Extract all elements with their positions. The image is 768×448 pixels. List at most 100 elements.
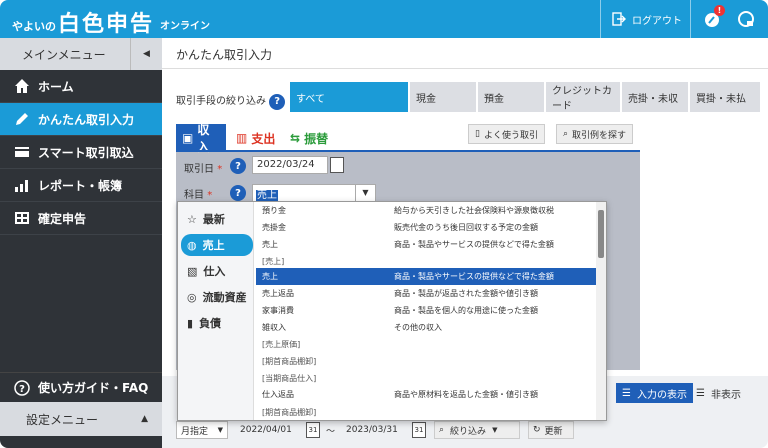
account-name: 売上	[262, 272, 278, 281]
list-item[interactable]: 預り金 給与から天引きした社会保険料や源泉徴収税	[256, 202, 596, 219]
sidebar-item-tax-return[interactable]: 確定申告	[0, 202, 162, 235]
filter-tab-label: クレジットカード	[552, 86, 612, 112]
list-item[interactable]: 売掛金 販売代金のうち後日回収する予定の金額	[256, 219, 596, 236]
dropdown-scrollbar[interactable]	[596, 202, 606, 420]
sidebar-item-guide[interactable]: ? 使い方ガイド・FAQ	[0, 372, 162, 402]
guide-label: 使い方ガイド・FAQ	[38, 381, 149, 395]
period-select[interactable]: 月指定 ▼	[176, 421, 228, 439]
refresh-button[interactable]: ↻ 更新	[528, 421, 574, 439]
list-group-header: [当期商品仕入]	[256, 370, 596, 387]
account-select[interactable]: 売上 ▼	[252, 184, 376, 202]
calendar-icon[interactable]: 31	[306, 422, 320, 438]
list-item[interactable]: 家事消費 商品・製品を個人的な用途に使った金額	[256, 302, 596, 319]
category-label: 売上	[202, 239, 225, 252]
search-icon: ⌕	[439, 425, 445, 435]
divider	[162, 68, 768, 69]
help-icon[interactable]: ?	[269, 93, 286, 110]
calculator-icon	[15, 212, 29, 224]
sidebar-item-reports[interactable]: レポート・帳簿	[0, 169, 162, 202]
filter-tab-cash[interactable]: 現金	[410, 82, 476, 112]
notification-button[interactable]: !	[703, 5, 725, 29]
header-divider	[600, 0, 601, 38]
settings-menu[interactable]: 設定メニュー ▲	[0, 402, 162, 436]
show-input-button[interactable]: ☰ 入力の表示	[616, 383, 693, 403]
group-name: [期首商品棚卸]	[262, 408, 317, 417]
list-item[interactable]: 売上返品 商品・製品が返品された金額や値引き額	[256, 285, 596, 302]
account-description: 商品・製品やサービスの提供などで得た金額	[394, 272, 554, 281]
account-value: 売上	[256, 190, 278, 201]
tab-label: 振替	[304, 131, 329, 146]
category-label: 負債	[199, 317, 222, 330]
chevron-down-icon: ▼	[492, 426, 498, 434]
date-label: 取引日 *	[184, 160, 222, 175]
category-latest[interactable]: ☆ 最新	[181, 208, 253, 230]
filter-tab-label: すべて	[296, 93, 325, 105]
category-purchases[interactable]: ▧ 仕入	[181, 260, 253, 282]
search-examples-button[interactable]: ⌕ 取引例を探す	[556, 124, 634, 144]
calendar-icon[interactable]	[330, 157, 344, 173]
account-label: 科目 *	[184, 186, 212, 201]
account-option-list: 預り金 給与から天引きした社会保険料や源泉徴収税 売掛金 販売代金のうち後日回収する…	[256, 202, 596, 420]
filter-tab-payable[interactable]: 買掛・未払	[690, 82, 760, 112]
filter-tab-all[interactable]: すべて	[290, 82, 408, 112]
date-input[interactable]: 2022/03/24	[252, 156, 328, 174]
filter-label-text: 取引手段の絞り込み	[176, 96, 266, 107]
home-icon	[15, 79, 29, 93]
sidebar-item-home[interactable]: ホーム	[0, 70, 162, 103]
sidebar-item-label: かんたん取引入力	[38, 112, 135, 127]
hide-button[interactable]: ☰ 非表示	[690, 383, 747, 403]
list-item[interactable]: 仕入返品 商品や原材料を返品した金額・値引き額	[256, 386, 596, 403]
filter-tab-credit-card[interactable]: クレジットカード	[546, 82, 620, 112]
logout-button[interactable]: ログアウト	[612, 0, 682, 38]
chart-icon	[15, 180, 28, 192]
from-date-input[interactable]: 2022/04/01	[234, 421, 300, 439]
app-logo[interactable]: やよいの 白色申告 オンライン	[12, 6, 210, 38]
cash-register-icon: ▥	[236, 131, 248, 145]
logo-main: 白色申告	[58, 12, 155, 37]
tab-income[interactable]: ▣ 収入	[176, 123, 226, 154]
register-icon: ▣	[182, 131, 194, 145]
sidebar-item-label: 確定申告	[38, 211, 87, 226]
tab-expense[interactable]: ▥ 支出	[230, 124, 281, 152]
box-icon: ▧	[187, 264, 198, 278]
filter-label: 取引手段の絞り込み ?	[176, 92, 286, 110]
tab-underline	[176, 150, 640, 152]
pencil-icon	[16, 113, 28, 125]
svg-text:?: ?	[19, 384, 25, 395]
required-mark: *	[217, 164, 223, 175]
chevron-down-icon[interactable]: ▼	[355, 185, 375, 201]
help-chat-button[interactable]	[736, 9, 756, 29]
logout-icon	[612, 12, 626, 26]
question-icon: ?	[14, 379, 30, 396]
category-current-assets[interactable]: ◎ 流動資産	[181, 286, 253, 308]
list-item[interactable]: 売上 商品・製品やサービスの提供などで得た金額	[256, 236, 596, 253]
sidebar-item-easy-entry[interactable]: かんたん取引入力	[0, 103, 162, 136]
filter-tab-receivable[interactable]: 売掛・未収	[622, 82, 688, 112]
help-icon[interactable]: ?	[230, 158, 246, 174]
sidebar: メインメニュー ◀ ホーム かんたん取引入力 スマート取引取込 レポート・帳簿 …	[0, 38, 162, 448]
jar-icon: ▮	[187, 316, 194, 330]
calendar-icon[interactable]: 31	[412, 422, 426, 438]
account-description: 給与から天引きした社会保険料や源泉徴収税	[394, 206, 554, 215]
account-description: 商品・製品が返品された金額や値引き額	[394, 289, 538, 298]
collapse-sidebar-button[interactable]: ◀	[130, 38, 162, 70]
sidebar-item-smart-import[interactable]: スマート取引取込	[0, 136, 162, 169]
date-range-separator: ～	[326, 426, 336, 437]
account-description: 商品・製品やサービスの提供などで得た金額	[394, 240, 554, 249]
frequent-entries-button[interactable]: ▯ よく使う取引	[468, 124, 545, 144]
category-liabilities[interactable]: ▮ 負債	[181, 312, 253, 334]
support-icon	[738, 11, 754, 27]
help-icon[interactable]: ?	[230, 185, 246, 201]
account-name: 売掛金	[262, 223, 286, 232]
filter-button[interactable]: ⌕ 絞り込み ▼	[434, 421, 520, 439]
account-description: 販売代金のうち後日回収する予定の金額	[394, 223, 538, 232]
account-dropdown: ☆ 最新 ◍ 売上 ▧ 仕入 ◎ 流動資産 ▮ 負債 預り金 給与から天引きした社会保険料や…	[177, 201, 607, 421]
list-item[interactable]: 雑収入 その他の収入	[256, 319, 596, 336]
category-sales[interactable]: ◍ 売上	[181, 234, 253, 256]
list-item-selected[interactable]: 売上 商品・製品やサービスの提供などで得た金額	[256, 268, 596, 285]
filter-tab-deposit[interactable]: 預金	[478, 82, 544, 112]
scrollbar-thumb[interactable]	[598, 210, 604, 258]
tab-label: 支出	[251, 131, 276, 146]
to-date-input[interactable]: 2023/03/31	[340, 421, 406, 439]
tab-transfer[interactable]: ⇆ 振替	[284, 124, 334, 152]
